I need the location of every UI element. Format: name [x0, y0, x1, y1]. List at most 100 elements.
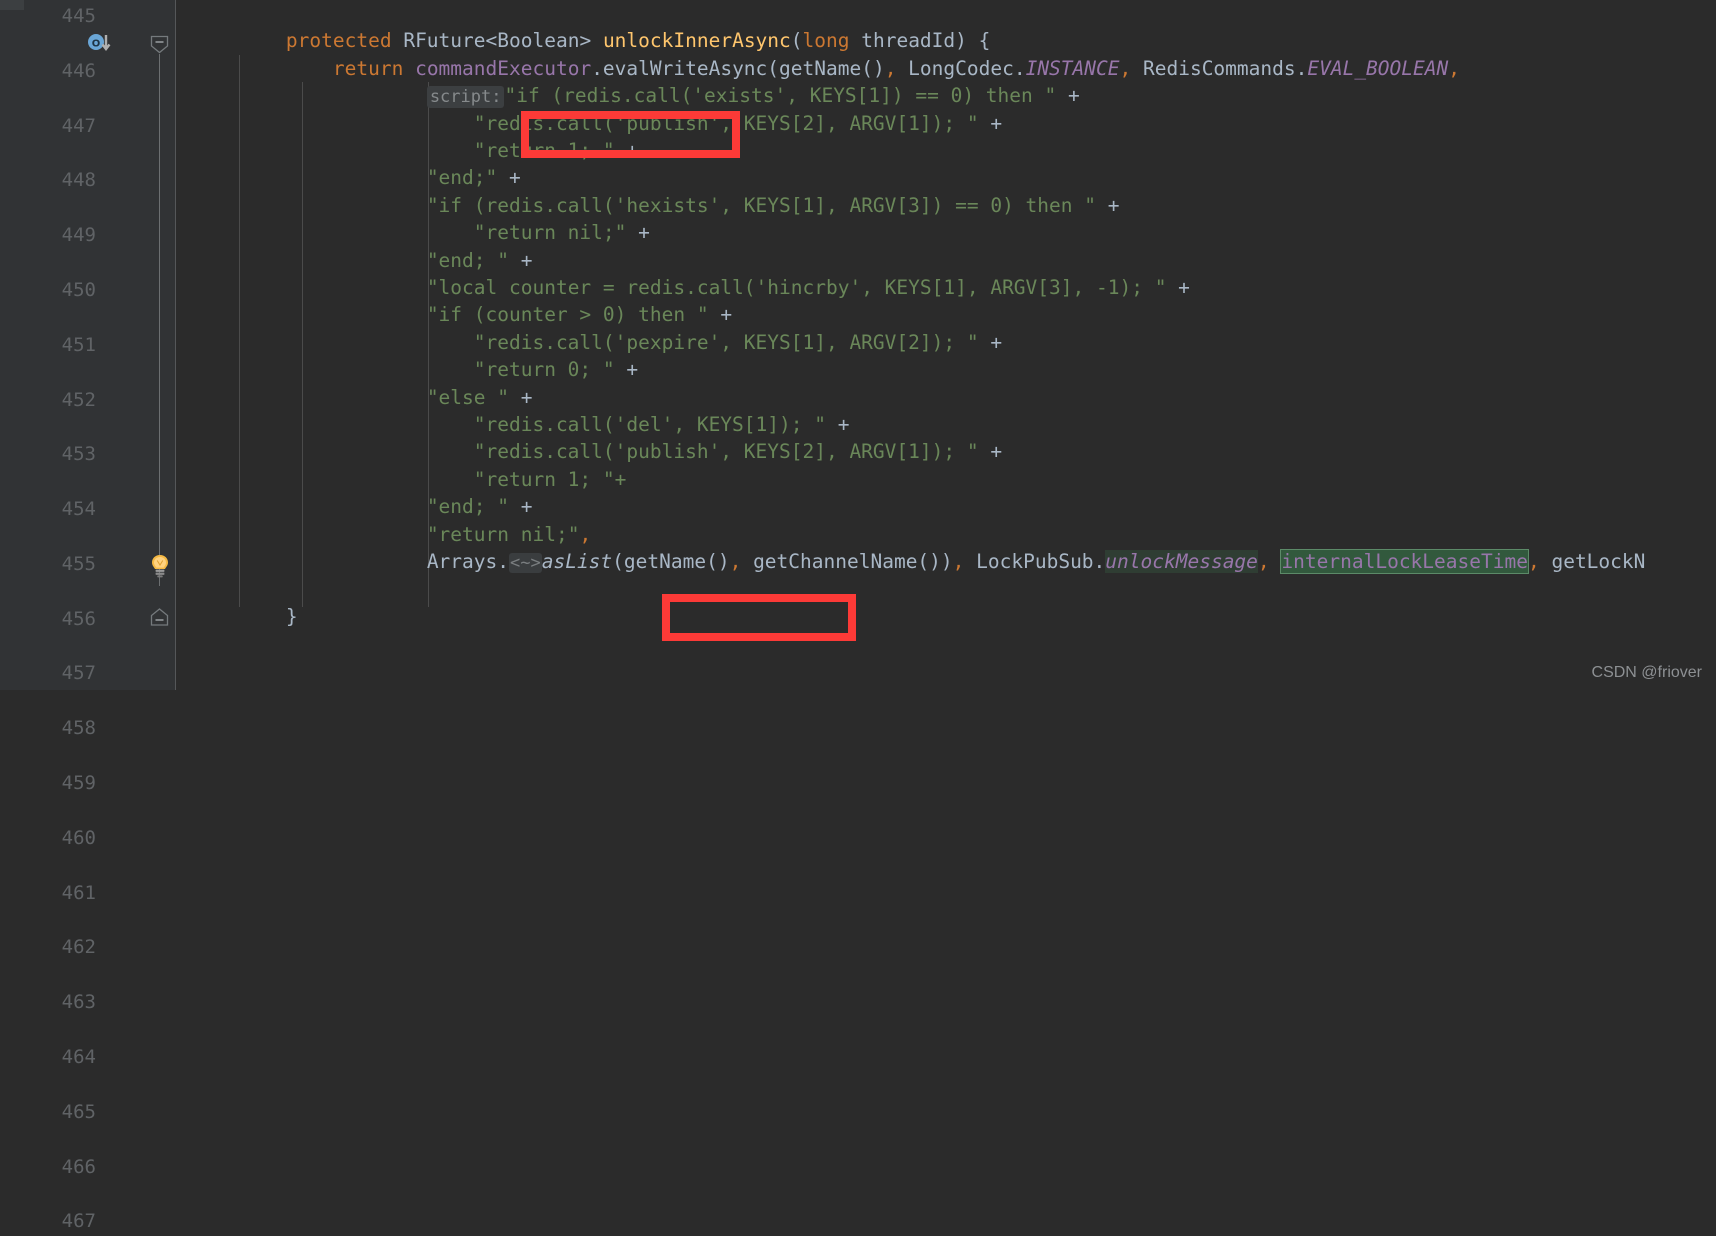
code-token: RedisCommands. — [1131, 56, 1308, 80]
code-token: + — [825, 413, 850, 436]
code-token: "redis.call('publish', KEYS[2], ARGV[1])… — [473, 440, 979, 464]
line-number: 461 — [61, 881, 96, 904]
code-token: + — [626, 221, 650, 245]
code-token: , — [1257, 550, 1270, 573]
code-token: unlockInnerAsync — [602, 29, 791, 53]
gutter-row[interactable]: 463 — [24, 493, 175, 1013]
code-token: getChannelName()) — [741, 550, 953, 573]
code-token: "else " — [426, 385, 509, 409]
code-token: "if (redis.call('hexists', KEYS[1], ARGV… — [426, 193, 1096, 217]
code-token: ( — [790, 29, 803, 53]
line-number: 460 — [61, 826, 96, 849]
code-token: protected — [285, 29, 404, 53]
editor-marker-strip — [0, 0, 24, 690]
code-token: .evalWriteAsync(getName() — [591, 56, 885, 80]
gutter-row[interactable]: 461 — [24, 438, 175, 904]
code-token: commandExecutor — [415, 56, 592, 80]
code-token: asList — [541, 550, 613, 573]
code-content-pane[interactable]: protected RFuture<Boolean> unlockInnerAs… — [176, 0, 1716, 690]
gutter-row[interactable]: 453 — [24, 219, 175, 465]
code-token: <~> — [509, 553, 542, 573]
code-token: , — [952, 550, 965, 573]
gutter-row[interactable]: 447 — [24, 55, 175, 137]
gutter-row[interactable]: 451 — [24, 164, 175, 356]
code-editor[interactable]: 445 446 447 448 449 450 451 452 453 454 455 456 457 4… — [0, 0, 1716, 1232]
code-token: + — [1056, 84, 1080, 108]
code-token: EVAL_BOOLEAN — [1307, 56, 1449, 80]
code-token: (getName() — [612, 550, 730, 573]
override-method-icon[interactable]: O — [86, 34, 120, 56]
gutter-row[interactable]: 464 — [24, 520, 175, 1068]
lightbulb-icon[interactable] — [149, 554, 171, 578]
code-token: getLockN — [1539, 550, 1646, 573]
gutter-row[interactable]: 459 — [24, 383, 175, 794]
code-token: + — [509, 385, 533, 409]
code-token: LockPubSub. — [964, 550, 1106, 573]
code-token: + — [978, 111, 1003, 135]
code-token: "return 1; " — [473, 139, 615, 162]
code-token: "return 0; " — [473, 358, 615, 382]
code-token: "return 1; "+ — [473, 467, 627, 491]
line-number: 457 — [61, 662, 96, 685]
editor-gutter[interactable]: 445 446 447 448 449 450 451 452 453 454 455 456 457 4… — [24, 0, 175, 1232]
gutter-row[interactable]: 458 — [24, 356, 175, 739]
code-token: "end;" — [426, 166, 498, 190]
gutter-row[interactable]: 450 — [24, 137, 175, 301]
line-number: 459 — [61, 772, 96, 795]
code-token: , — [579, 522, 592, 546]
gutter-row[interactable]: 449 — [24, 110, 175, 246]
gutter-row[interactable]: 454 — [24, 247, 175, 520]
code-token: < — [485, 29, 498, 53]
gutter-row[interactable]: 457 — [24, 329, 175, 684]
line-number: 445 — [61, 5, 96, 27]
line-number: 466 — [61, 1155, 96, 1178]
code-token: > — [579, 29, 603, 53]
gutter-row[interactable]: 462 — [24, 466, 175, 958]
gutter-row[interactable]: 466 — [24, 575, 175, 1178]
gutter-row[interactable]: 456 — [24, 301, 175, 630]
code-token: "redis.call('publish', KEYS[2], ARGV[1])… — [473, 111, 979, 135]
code-token: + — [978, 440, 1003, 464]
gutter-row[interactable]: 455 — [24, 274, 175, 575]
gutter-row[interactable]: 445 — [24, 0, 175, 27]
code-token: "local counter = redis.call('hincrby', K… — [426, 276, 1167, 299]
fold-end-icon[interactable] — [150, 607, 169, 627]
code-token: script: — [426, 86, 505, 109]
watermark: CSDN @friover — [1591, 664, 1702, 681]
code-token: "if (counter > 0) then " — [426, 303, 709, 327]
code-token: } — [285, 604, 298, 628]
code-token: return — [332, 56, 416, 80]
code-token: "if (redis.call('exists', KEYS[1]) == 0)… — [504, 84, 1057, 108]
line-number: 463 — [61, 991, 96, 1014]
fold-collapse-icon[interactable] — [150, 35, 169, 54]
code-token: , — [1119, 56, 1132, 80]
gutter-row[interactable]: 460 — [24, 411, 175, 849]
code-token: , — [1527, 550, 1540, 573]
line-number: 464 — [61, 1046, 96, 1069]
code-token: + — [614, 358, 639, 382]
svg-text:O: O — [92, 39, 101, 50]
code-token: "end; " — [426, 495, 509, 519]
code-token: RFuture — [403, 29, 486, 53]
gutter-row[interactable]: 452 — [24, 192, 175, 411]
gutter-row[interactable]: 448 — [24, 82, 175, 191]
code-token: INSTANCE — [1025, 56, 1120, 80]
line-number: 462 — [61, 936, 96, 959]
